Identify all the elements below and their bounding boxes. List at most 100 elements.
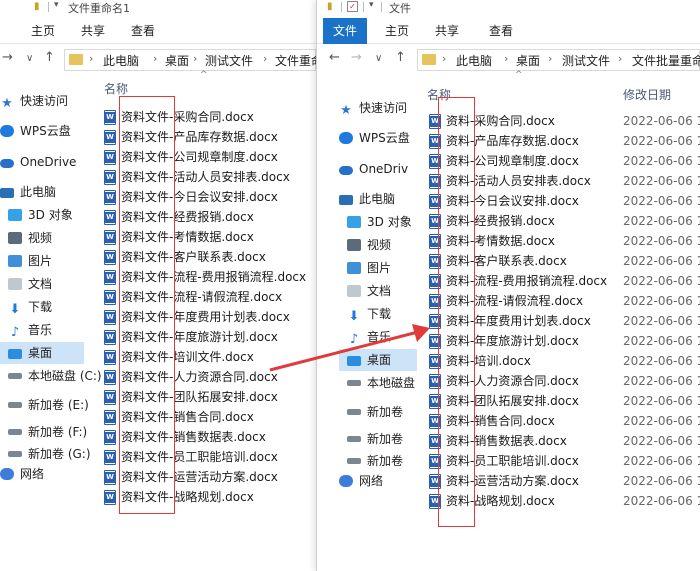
file-date-modified: 2022-06-06 14 — [623, 274, 700, 288]
sidebar-item-label: 文档 — [367, 284, 392, 298]
computer-icon — [339, 195, 353, 205]
checkbox-icon[interactable]: ✓ — [347, 1, 358, 12]
file-date-modified: 2022-06-06 14 — [623, 214, 700, 228]
sidebar-item-label: 网络 — [359, 474, 384, 488]
sidebar-item[interactable]: 文档 — [339, 280, 417, 302]
arrow-shaft — [269, 330, 419, 372]
video-icon — [347, 239, 361, 251]
sidebar-item[interactable]: WPS云盘 — [339, 127, 417, 149]
star-icon: ★ — [1, 96, 13, 111]
sidebar-item[interactable]: 3D 对象 — [339, 211, 417, 233]
word-document-icon — [104, 330, 116, 345]
file-date-modified: 2022-06-06 14 — [623, 354, 700, 368]
file-date-modified: 2022-06-06 14 — [623, 494, 700, 508]
sidebar-item[interactable]: 此电脑 — [339, 188, 417, 210]
back-icon[interactable]: ← — [329, 50, 340, 65]
sidebar-item-label: 新加卷 — [367, 454, 404, 468]
recent-chevron-icon[interactable]: ∨ — [375, 53, 382, 64]
address-bar[interactable]: › 此电脑 › 桌面 › 测试文件 › 文件重命 — [64, 49, 316, 71]
breadcrumb-current[interactable]: 文件重命 — [275, 52, 316, 69]
sidebar-item[interactable]: 新加卷 (F:) — [0, 421, 87, 443]
sidebar-item[interactable]: 新加卷 — [339, 428, 417, 450]
sidebar-item-label: 图片 — [28, 254, 53, 268]
breadcrumb-desktop[interactable]: 桌面 — [165, 52, 189, 69]
sidebar-item-label: 3D 对象 — [28, 208, 73, 222]
file-date-modified: 2022-06-06 14 — [623, 254, 700, 268]
sidebar-item[interactable]: 文档 — [0, 273, 84, 295]
sidebar-item-label: OneDrive — [20, 155, 77, 169]
quick-access-arrow-icon[interactable]: ▾ — [54, 0, 59, 10]
sidebar-item-label: 图片 — [367, 261, 392, 275]
folder-icon: ▮ — [327, 1, 333, 12]
sidebar-item[interactable]: ⬇ 下载 — [0, 296, 84, 318]
sidebar-item[interactable]: 图片 — [339, 257, 417, 279]
tab-view[interactable]: 查看 — [479, 18, 523, 44]
forward-icon[interactable]: → — [351, 50, 362, 65]
sidebar-item[interactable]: OneDrive — [0, 151, 84, 173]
arrow-head — [412, 324, 430, 342]
word-document-icon — [104, 310, 116, 325]
annotation-box — [119, 96, 175, 514]
recent-chevron-icon[interactable]: ∨ — [26, 53, 33, 64]
breadcrumb-current[interactable]: 文件批量重命 — [632, 52, 700, 69]
word-document-icon — [104, 230, 116, 245]
sidebar-item-label: 此电脑 — [359, 192, 396, 206]
file-date-modified: 2022-06-06 14 — [623, 414, 700, 428]
sidebar-item[interactable]: ★ 快速访问 — [0, 90, 84, 112]
breadcrumb-this-pc[interactable]: 此电脑 — [456, 52, 492, 69]
sidebar-item[interactable]: OneDriv — [339, 158, 417, 180]
forward-icon[interactable]: → — [2, 50, 13, 65]
sidebar-item[interactable]: 图片 — [0, 250, 84, 272]
chevron-right-icon: › — [618, 52, 623, 65]
tab-home[interactable]: 主页 — [22, 18, 64, 44]
tab-file[interactable] — [0, 18, 12, 44]
breadcrumb-this-pc[interactable]: 此电脑 — [103, 52, 139, 69]
drive-icon — [8, 429, 22, 435]
divider — [341, 2, 342, 12]
sidebar-item[interactable]: 新加卷 — [339, 450, 417, 472]
file-date-modified: 2022-06-06 14 — [623, 394, 700, 408]
sidebar-item[interactable]: 网络 — [0, 463, 84, 485]
tab-home[interactable]: 主页 — [375, 18, 419, 44]
sidebar-item[interactable]: 网络 — [339, 470, 417, 492]
chevron-right-icon: › — [442, 52, 447, 65]
word-document-icon — [104, 170, 116, 185]
quick-access-arrow-icon[interactable]: ▾ — [369, 0, 374, 10]
sidebar-item[interactable]: 本地磁盘 (C:) — [0, 365, 102, 387]
breadcrumb-desktop[interactable]: 桌面 — [516, 52, 540, 69]
sidebar-item[interactable]: ♪ 音乐 — [0, 319, 84, 341]
sidebar-item[interactable]: WPS云盘 — [0, 120, 84, 142]
breadcrumb-test-files[interactable]: 测试文件 — [205, 52, 253, 69]
drive-icon — [8, 451, 22, 457]
word-document-icon — [104, 450, 116, 465]
tab-share[interactable]: 共享 — [425, 18, 469, 44]
sidebar-item[interactable]: 新加卷 (E:) — [0, 394, 89, 416]
sidebar-item[interactable]: 桌面 — [0, 342, 84, 364]
sidebar-item[interactable]: 此电脑 — [0, 181, 84, 203]
sidebar-item[interactable]: 视频 — [339, 234, 417, 256]
document-icon — [347, 285, 361, 297]
document-icon — [8, 278, 22, 290]
divider — [48, 2, 49, 12]
column-header-name[interactable]: 名称 — [104, 80, 128, 97]
address-bar[interactable]: › 此电脑 › 桌面 › 测试文件 › 文件批量重命 — [417, 49, 700, 71]
drive-icon — [347, 409, 361, 415]
column-header-date-modified[interactable]: 修改日期 — [623, 86, 671, 103]
sidebar-item[interactable]: ★ 快速访问 — [339, 97, 417, 119]
word-document-icon — [104, 370, 116, 385]
sidebar-item[interactable]: 3D 对象 — [0, 204, 84, 226]
up-icon[interactable]: ↑ — [44, 50, 55, 65]
tab-share[interactable]: 共享 — [72, 18, 114, 44]
sidebar-item-label: 新加卷 (E:) — [28, 398, 89, 412]
sidebar-item[interactable]: 视频 — [0, 227, 84, 249]
sidebar-item[interactable]: 新加卷 (G:) — [0, 443, 91, 465]
sidebar-item-label: 3D 对象 — [367, 215, 412, 229]
tab-view[interactable]: 查看 — [122, 18, 164, 44]
sidebar-item-label: 新加卷 (G:) — [28, 447, 91, 461]
breadcrumb-test-files[interactable]: 测试文件 — [562, 52, 610, 69]
annotation-arrow — [269, 324, 430, 372]
tab-file[interactable]: 文件 — [323, 18, 367, 44]
up-icon[interactable]: ↑ — [395, 50, 406, 65]
sidebar-item[interactable]: 新加卷 — [339, 401, 417, 423]
sidebar-item-label: 新加卷 — [367, 432, 404, 446]
